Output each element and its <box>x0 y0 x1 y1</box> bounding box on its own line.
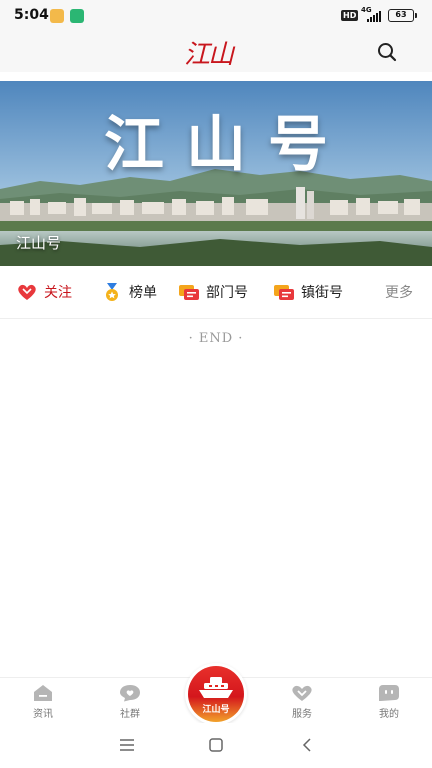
search-icon[interactable] <box>377 42 397 62</box>
tab-services[interactable]: 服务 <box>272 678 332 724</box>
chat-bubble-icon <box>273 281 295 303</box>
center-label: 江山号 <box>202 705 230 715</box>
system-navigation-bar <box>0 723 432 768</box>
category-towns[interactable]: 镇街号 <box>273 266 343 318</box>
category-label: 部门号 <box>206 285 248 301</box>
category-more[interactable]: 更多 <box>385 266 413 318</box>
tab-label: 社群 <box>120 709 140 720</box>
battery-icon: 63 <box>388 9 417 22</box>
category-label: 榜单 <box>129 285 157 301</box>
tab-profile[interactable]: 我的 <box>359 678 419 724</box>
notification-app-icon <box>70 9 84 23</box>
center-jiangshanhao-button[interactable]: 江山号 <box>185 663 247 725</box>
category-label: 镇街号 <box>301 285 343 301</box>
status-time: 5:04 <box>14 7 49 23</box>
ship-icon: 江山号 <box>188 666 244 722</box>
home-square-icon[interactable] <box>206 735 226 755</box>
home-icon <box>32 684 54 702</box>
tab-community[interactable]: 社群 <box>100 678 160 724</box>
back-icon[interactable] <box>297 735 317 755</box>
banner-caption: 江山号 <box>16 234 62 252</box>
chevron-heart-icon <box>291 684 313 702</box>
tab-label: 我的 <box>379 709 399 720</box>
hd-badge: HD <box>341 10 359 21</box>
notification-app-icon <box>50 9 64 23</box>
category-row: 关注 榜单 部门号 镇街号 更多 <box>0 266 432 319</box>
medal-icon <box>101 281 123 303</box>
app-header: 江山 <box>0 32 432 72</box>
end-marker: · END · <box>188 331 244 346</box>
banner-title: 江山号 <box>104 110 350 180</box>
category-rankings[interactable]: 榜单 <box>101 266 157 318</box>
category-label: 关注 <box>44 285 72 301</box>
category-label: 更多 <box>385 285 413 301</box>
signal-icon <box>367 11 383 22</box>
category-follow[interactable]: 关注 <box>16 266 72 318</box>
heart-icon <box>16 281 38 303</box>
app-logo: 江山 <box>184 40 234 70</box>
tab-label: 资讯 <box>33 709 53 720</box>
heart-bubble-icon <box>119 684 141 702</box>
tab-label: 服务 <box>292 709 312 720</box>
tab-news[interactable]: 资讯 <box>13 678 73 724</box>
menu-icon[interactable] <box>117 735 137 755</box>
banner-image[interactable]: 江山号 江山号 <box>0 81 432 266</box>
profile-icon <box>378 684 400 702</box>
chat-bubble-icon <box>178 281 200 303</box>
category-departments[interactable]: 部门号 <box>178 266 248 318</box>
status-bar: 5:04 HD 4G 63 <box>0 0 432 32</box>
